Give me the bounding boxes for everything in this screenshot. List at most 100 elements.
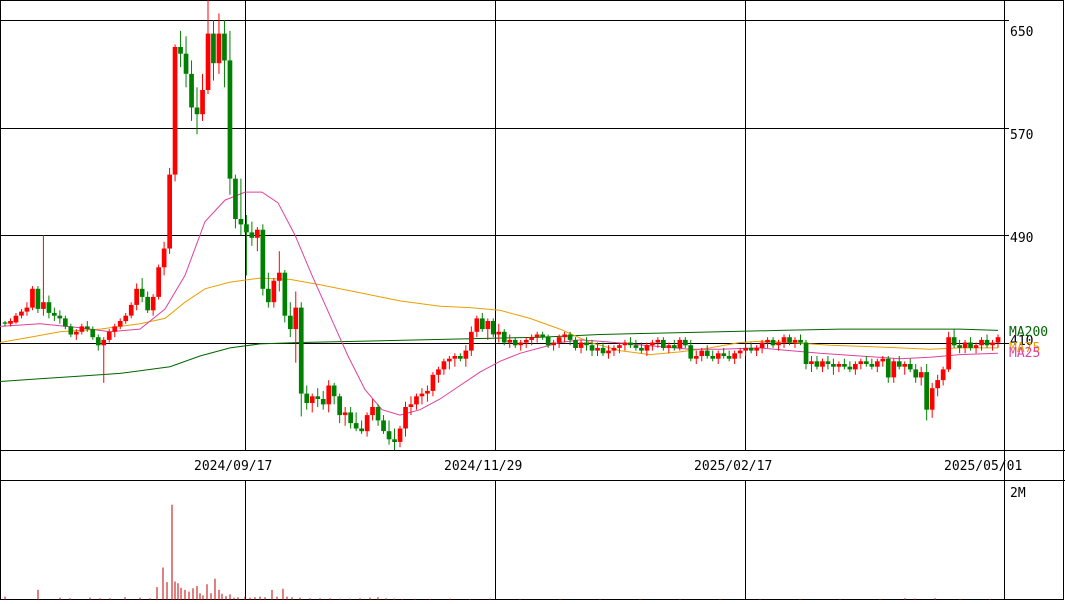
candle-body — [836, 364, 842, 367]
candle-body — [277, 272, 282, 281]
candle-body — [364, 415, 370, 432]
candle-body — [962, 342, 968, 348]
candle-body — [896, 361, 902, 367]
candle-body — [639, 347, 644, 351]
candle-body — [359, 428, 364, 432]
candle-body — [441, 361, 447, 370]
candle-body — [924, 372, 929, 410]
candle-body — [781, 337, 787, 343]
candle-body — [721, 353, 727, 356]
candle-body — [710, 356, 716, 359]
candle-body — [732, 353, 737, 359]
candle-body — [326, 385, 332, 405]
candle-body — [935, 380, 940, 389]
candle-body — [353, 423, 359, 429]
candle-body — [414, 396, 419, 405]
candle-body — [320, 399, 326, 405]
candle-body — [770, 339, 776, 346]
candle-body — [348, 412, 353, 424]
candle-body — [189, 73, 194, 108]
legend-ma25: MA25 — [1009, 346, 1040, 361]
candle-body — [134, 288, 139, 305]
y-tick-label: 570 — [1010, 128, 1033, 143]
candle-body — [222, 33, 227, 61]
candle-body — [485, 321, 491, 330]
candle-body — [545, 337, 551, 346]
candle-body — [715, 353, 721, 359]
candle-body — [968, 342, 973, 348]
candle-body — [825, 361, 831, 364]
candle-body — [984, 339, 990, 346]
candle-body — [606, 350, 611, 354]
candle-body — [167, 174, 172, 249]
candle-body — [644, 345, 650, 351]
candle-body — [798, 339, 803, 343]
candle-body — [957, 345, 962, 348]
candle-body — [501, 331, 507, 343]
candle-body — [787, 337, 792, 343]
candle-body — [902, 364, 908, 367]
candle-body — [534, 334, 540, 338]
candle-body — [490, 321, 496, 335]
volume-tick-label: 2M — [1010, 486, 1026, 501]
candle-body — [589, 345, 595, 351]
candle-body — [458, 356, 463, 359]
candle-body — [13, 315, 19, 323]
candle-body — [238, 219, 244, 225]
candle-body — [474, 318, 480, 332]
candle-body — [628, 342, 633, 346]
candle-body — [584, 342, 589, 346]
candle-body — [809, 361, 814, 364]
candle-body — [271, 280, 277, 303]
candle-body — [288, 315, 293, 330]
candle-body — [79, 326, 85, 332]
candle-body — [864, 361, 869, 364]
candle-body — [24, 307, 30, 312]
candle-body — [858, 361, 864, 364]
candle-body — [425, 390, 430, 394]
candle-body — [95, 337, 101, 346]
candle-body — [85, 326, 90, 330]
candle-body — [101, 339, 107, 346]
candle-body — [178, 47, 183, 54]
candle-body — [672, 345, 677, 348]
candle-body — [523, 339, 529, 343]
candle-body — [463, 350, 469, 359]
candle-body — [847, 366, 853, 370]
candle-body — [63, 318, 68, 327]
candle-body — [331, 385, 337, 397]
candle-body — [150, 296, 156, 311]
candle-body — [244, 224, 249, 233]
candle-body — [622, 342, 628, 346]
candle-body — [600, 347, 606, 354]
candle-body — [41, 302, 46, 309]
candle-body — [90, 329, 96, 338]
candle-body — [266, 288, 271, 303]
candle-body — [990, 342, 995, 346]
candle-body — [309, 396, 315, 403]
candle-body — [397, 428, 403, 442]
candle-body — [52, 313, 57, 316]
candle-body — [194, 107, 200, 115]
candle-body — [885, 358, 891, 378]
candle-body — [666, 345, 672, 348]
candle-body — [375, 407, 381, 421]
candle-body — [518, 342, 524, 346]
candle-body — [699, 350, 705, 356]
candle-body — [381, 420, 386, 432]
candle-body — [633, 345, 639, 348]
candle-body — [447, 358, 452, 362]
candle-body — [765, 339, 770, 343]
candle-body — [403, 407, 408, 429]
candle-body — [748, 347, 754, 351]
x-tick-label: 2025/05/01 — [944, 459, 1022, 474]
candle-body — [737, 350, 743, 354]
candle-body — [803, 342, 809, 364]
candle-body — [551, 342, 556, 346]
candle-body — [726, 356, 732, 359]
candle-body — [408, 404, 414, 407]
candle-body — [8, 321, 13, 324]
candle-body — [183, 53, 189, 74]
candle-body — [611, 347, 617, 351]
candle-body — [386, 431, 392, 440]
